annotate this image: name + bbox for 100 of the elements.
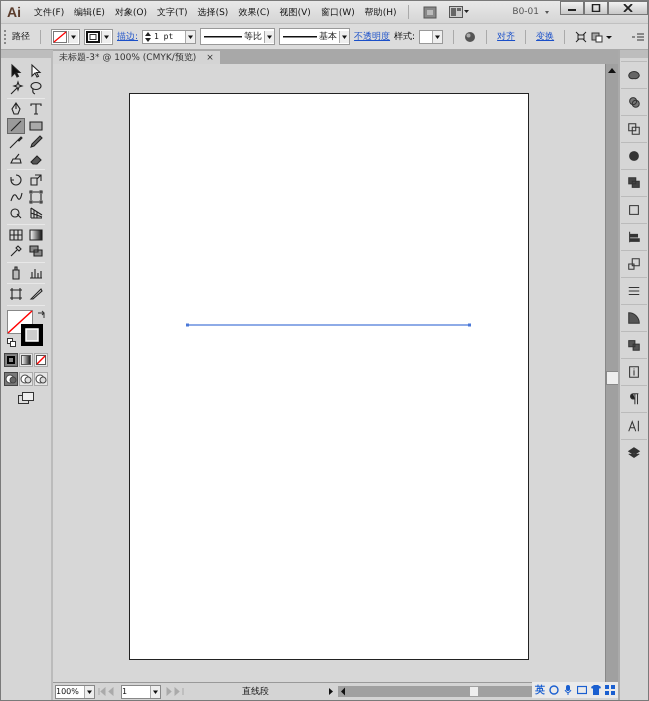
close-button[interactable] — [608, 1, 648, 15]
layout-icon[interactable] — [448, 6, 469, 18]
character-icon — [627, 419, 641, 433]
menu-item[interactable]: 文件(F) — [29, 6, 70, 18]
color-mode-button[interactable] — [19, 352, 33, 366]
caret-icon — [544, 9, 550, 15]
menu-item[interactable]: 文字(T) — [152, 6, 193, 18]
variable-width-profile-dropdown[interactable]: 等比 — [200, 28, 276, 45]
tool-button[interactable] — [7, 226, 25, 243]
line-segment-icon — [8, 118, 24, 134]
dropdown-caret-icon — [68, 30, 78, 42]
color-mode-button[interactable] — [4, 352, 18, 366]
tool-button[interactable] — [7, 134, 25, 150]
overlapping-squares-icon — [627, 122, 641, 136]
layers-icon — [627, 446, 641, 460]
stroke-swatch-icon — [86, 30, 100, 42]
menu-item[interactable]: 编辑(E) — [69, 6, 110, 18]
drawing-mode-button[interactable] — [19, 372, 33, 386]
default-colors-icon[interactable] — [7, 338, 16, 346]
scroll-thumb[interactable] — [606, 371, 618, 385]
mesh-icon — [8, 226, 24, 243]
dropdown-caret-icon — [432, 30, 442, 42]
rotate-icon — [8, 172, 24, 188]
appearance-icon — [627, 338, 641, 352]
stroke-link[interactable]: 描边: — [117, 30, 138, 43]
scroll-thumb[interactable] — [470, 687, 478, 696]
status-text: 直线段 — [241, 686, 270, 698]
menu-item[interactable]: 选择(S) — [192, 6, 234, 18]
microphone-icon[interactable] — [563, 685, 573, 695]
tool-button[interactable] — [27, 134, 45, 150]
keyboard-icon[interactable] — [577, 685, 587, 695]
stroke-weight-field[interactable]: 1 pt — [142, 30, 196, 44]
menu-item[interactable]: 视图(V) — [274, 6, 316, 18]
dropdown-caret-icon — [84, 686, 94, 698]
dropdown-caret-icon — [101, 30, 111, 42]
brush-definition-dropdown[interactable]: 基本 — [279, 28, 350, 45]
isolate-icon[interactable] — [575, 30, 588, 42]
opacity-link[interactable]: 不透明度 — [354, 30, 390, 43]
fill-swatch-dropdown[interactable] — [51, 28, 80, 44]
stroke-lines-icon — [627, 284, 641, 298]
stroke-swatch-dropdown[interactable] — [84, 28, 113, 44]
selected-line-segment[interactable] — [186, 322, 471, 328]
swap-arrows-icon[interactable] — [37, 310, 46, 318]
scroll-left-arrow-icon[interactable] — [340, 687, 346, 696]
close-icon — [623, 4, 633, 12]
dropdown-caret-icon — [185, 30, 196, 42]
vertical-scrollbar[interactable] — [605, 64, 618, 682]
none-swatch-icon — [36, 354, 46, 364]
style-dropdown[interactable] — [419, 30, 444, 44]
overlapping-circles-icon — [35, 374, 47, 384]
shirt-icon[interactable] — [591, 685, 601, 695]
stroke-line-icon — [204, 34, 242, 38]
menu-item[interactable]: 窗口(W) — [316, 6, 360, 18]
minimize-button[interactable] — [560, 1, 584, 15]
tool-button[interactable] — [7, 286, 25, 302]
gradient-swatch-icon — [21, 354, 31, 364]
tab-close-button[interactable]: × — [206, 52, 214, 62]
zoom-dropdown[interactable]: 100% — [55, 684, 95, 698]
drawing-mode-button[interactable] — [34, 372, 48, 386]
maximize-button[interactable] — [584, 1, 608, 15]
tool-button[interactable] — [27, 226, 45, 243]
page-dropdown[interactable]: 1 — [121, 684, 161, 698]
magic-wand-icon — [8, 80, 24, 96]
grip-handle[interactable] — [4, 30, 8, 44]
menu-item[interactable]: 对象(O) — [110, 6, 152, 18]
gradient-icon — [28, 226, 44, 243]
transform-link[interactable]: 变换 — [536, 30, 554, 43]
stroke-swatch[interactable] — [21, 324, 43, 346]
paragraph-icon — [627, 392, 641, 406]
scroll-up-arrow-icon[interactable] — [608, 67, 616, 73]
status-menu-arrow-icon[interactable] — [327, 687, 335, 696]
align-link[interactable]: 对齐 — [497, 30, 516, 43]
tool-button[interactable] — [27, 286, 45, 302]
color-mode-button[interactable] — [34, 352, 48, 366]
transform-squares-icon — [627, 257, 641, 271]
workspace-switcher[interactable]: B0-01 — [502, 7, 560, 17]
panel-menu-icon[interactable] — [632, 32, 644, 42]
type-icon — [28, 101, 44, 118]
bridge-icon[interactable] — [422, 6, 437, 18]
tool-button[interactable] — [27, 243, 45, 260]
info-icon — [627, 365, 641, 379]
grid-icon[interactable] — [605, 685, 615, 695]
style-label: 样式: — [394, 30, 416, 43]
solid-swatch-icon — [6, 354, 16, 364]
align-left-icon — [627, 230, 641, 244]
arrange-dropdown-icon[interactable] — [591, 30, 614, 42]
blend-icon — [28, 243, 44, 260]
object-type-label: 路径 — [12, 30, 30, 43]
globe-icon[interactable] — [464, 30, 476, 42]
stroke-line-icon — [283, 34, 318, 38]
menu-item[interactable]: 效果(C) — [233, 6, 275, 18]
screen-mode-icon[interactable] — [18, 392, 34, 404]
ime-mode-indicator[interactable]: 英 — [535, 683, 545, 697]
app-logo: Ai — [6, 4, 22, 20]
tool-button[interactable] — [27, 188, 45, 205]
drawing-mode-button[interactable] — [4, 372, 18, 386]
lasso-icon — [28, 80, 44, 96]
tool-button[interactable] — [7, 118, 25, 134]
document-tab[interactable]: 未标题-3* @ 100% (CMYK/预览) × — [53, 51, 220, 64]
menu-item[interactable]: 帮助(H) — [360, 6, 402, 18]
